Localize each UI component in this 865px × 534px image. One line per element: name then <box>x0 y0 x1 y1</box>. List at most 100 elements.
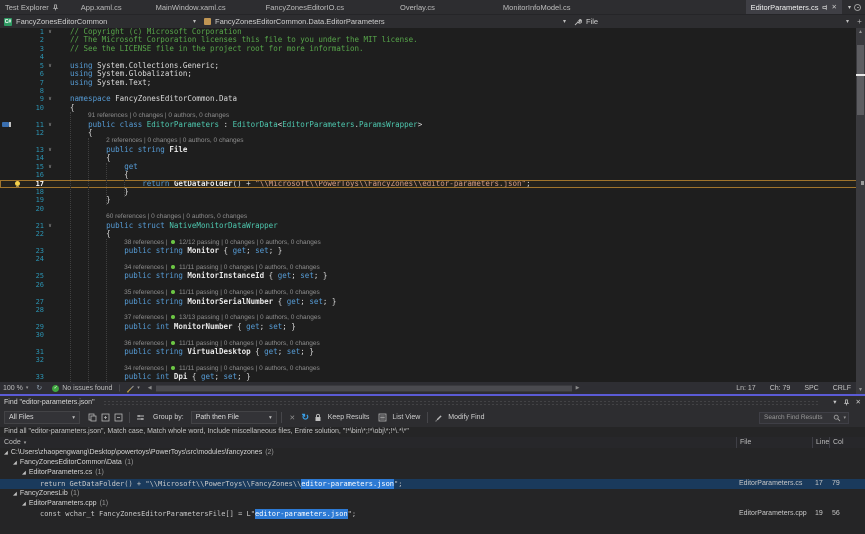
glyph-margin <box>0 281 26 289</box>
fold-margin <box>44 239 56 247</box>
vertical-scrollbar[interactable]: ▲ ▼ <box>856 28 865 394</box>
pin-icon[interactable] <box>843 399 850 406</box>
keep-results-lock-icon[interactable] <box>312 411 325 424</box>
sync-status-icon[interactable]: ↻ <box>36 384 42 392</box>
clear-results-icon[interactable]: ✕ <box>286 411 299 424</box>
code-line[interactable]: 20 <box>0 205 865 213</box>
tab-app-xaml-cs[interactable]: App.xaml.cs <box>79 0 124 14</box>
code-line[interactable]: 28 <box>0 306 865 314</box>
chevron-down-icon[interactable]: ▾ <box>843 415 846 421</box>
code-line[interactable]: 13∨ public string File <box>0 146 865 154</box>
tab-fancyzoneseditorio-cs[interactable]: FancyZonesEditorIO.cs <box>264 0 346 14</box>
health-check-icon[interactable]: ✓ <box>52 385 59 392</box>
tab-editorparameters-cs-active[interactable]: EditorParameters.cs ✕ <box>746 0 842 14</box>
collapse-all-icon[interactable] <box>112 411 125 424</box>
keep-results-label[interactable]: Keep Results <box>328 414 370 421</box>
column-col[interactable]: Col <box>829 437 865 448</box>
code-line[interactable]: 33 public int Dpi { get; set; } <box>0 373 865 381</box>
token: ; <box>300 297 309 306</box>
spaces-indicator[interactable]: SPC <box>804 385 818 392</box>
code-line[interactable]: 7using System.Text; <box>0 79 865 87</box>
tab-list-chevron-icon[interactable]: ▾ <box>848 4 851 11</box>
code-line[interactable]: 21∨ public struct NativeMonitorDataWrapp… <box>0 222 865 230</box>
list-view-label[interactable]: List View <box>392 414 420 421</box>
line-number: 27 <box>26 298 44 306</box>
scrollbar-thumb[interactable] <box>857 45 864 115</box>
scope-dropdown[interactable]: All Files ▾ <box>4 411 80 424</box>
code-line[interactable]: 23 public string Monitor { get; set; } <box>0 247 865 255</box>
scroll-up-icon[interactable]: ▲ <box>856 28 865 36</box>
fold-margin <box>44 373 56 381</box>
group-by-dropdown[interactable]: Path then File ▾ <box>191 411 277 424</box>
code-line[interactable]: 31 public string VirtualDesktop { get; s… <box>0 348 865 356</box>
scroll-left-icon[interactable]: ◀ <box>148 385 152 391</box>
code-line[interactable]: 10{ <box>0 104 865 112</box>
column-line[interactable]: Line <box>812 437 829 448</box>
code-line[interactable]: 25 public string MonitorInstanceId { get… <box>0 272 865 280</box>
code-line[interactable]: 30 <box>0 331 865 339</box>
code-line[interactable]: 11∨ public class EditorParameters : Edit… <box>0 121 865 129</box>
code-line[interactable]: 24 <box>0 255 865 263</box>
find-panel-title-bar[interactable]: Find "editor-parameters.json" ▾ ✕ <box>0 396 865 408</box>
column-code[interactable]: Code ▾ <box>0 439 26 446</box>
search-find-results-box[interactable]: ▾ <box>759 412 849 424</box>
code-line[interactable]: 32 <box>0 356 865 364</box>
find-group-row[interactable]: ◢EditorParameters.cpp(1) <box>0 499 865 509</box>
find-result-row[interactable]: return GetDataFolder() + "\\Microsoft\\P… <box>0 479 865 489</box>
code-text: public int Dpi { get; set; } <box>56 373 865 381</box>
line-ending-indicator[interactable]: CRLF <box>833 385 851 392</box>
tab-test-explorer[interactable]: Test Explorer <box>3 0 61 14</box>
split-editor-handle[interactable]: + <box>855 17 864 26</box>
refresh-icon[interactable]: ↻ <box>299 411 312 424</box>
code-line[interactable]: 17 return GetDataFolder() + "\\Microsoft… <box>0 180 865 188</box>
find-group-row[interactable]: ◢EditorParameters.cs(1) <box>0 468 865 478</box>
scroll-down-icon[interactable]: ▼ <box>856 386 865 394</box>
token: set <box>269 322 283 331</box>
code-line[interactable]: 9∨namespace FancyZonesEditorCommon.Data <box>0 95 865 103</box>
code-line[interactable]: 22 { <box>0 230 865 238</box>
results-header-row[interactable]: Code ▾ File Line Col <box>0 437 865 448</box>
close-icon[interactable]: ✕ <box>856 398 861 406</box>
pin-icon[interactable] <box>52 4 59 11</box>
copy-icon[interactable] <box>86 411 99 424</box>
scrollbar-thumb[interactable] <box>156 386 572 391</box>
scroll-right-icon[interactable]: ▶ <box>576 385 580 391</box>
project-dropdown[interactable]: C# FancyZonesEditorCommon ▾ <box>0 15 200 28</box>
tab-overlay-cs[interactable]: Overlay.cs <box>398 0 437 14</box>
find-result-row[interactable]: const wchar_t FancyZonesEditorParameters… <box>0 509 865 519</box>
code-line[interactable]: 12 { <box>0 129 865 137</box>
code-line[interactable]: 15∨ get <box>0 163 865 171</box>
find-group-row[interactable]: ◢FancyZonesLib(1) <box>0 489 865 499</box>
chevron-down-icon[interactable]: ▾ <box>137 385 140 391</box>
code-line[interactable]: 26 <box>0 281 865 289</box>
column-file[interactable]: File <box>736 437 812 448</box>
find-group-row[interactable]: ◢C:\Users\zhaopengwang\Desktop\powertoys… <box>0 448 865 458</box>
expand-all-icon[interactable] <box>99 411 112 424</box>
close-icon[interactable]: ✕ <box>832 3 837 11</box>
code-line[interactable]: 29 public int MonitorNumber { get; set; … <box>0 323 865 331</box>
code-line[interactable]: 19 } <box>0 196 865 204</box>
horizontal-scrollbar[interactable] <box>156 385 572 392</box>
list-view-icon[interactable] <box>376 411 389 424</box>
member-dropdown[interactable]: File ▾ <box>570 15 865 28</box>
tab-mainwindow-xaml-cs[interactable]: MainWindow.xaml.cs <box>154 0 228 14</box>
search-input[interactable] <box>764 414 833 421</box>
code-area[interactable]: 1∨// Copyright (c) Microsoft Corporation… <box>0 28 865 382</box>
window-position-chevron-icon[interactable]: ▾ <box>833 398 836 406</box>
glyph-margin <box>0 230 26 238</box>
tab-options-icon[interactable] <box>854 4 861 11</box>
keep-open-pin-icon[interactable] <box>822 4 829 11</box>
tab-monitorinfomodel-cs[interactable]: MonitorInfoModel.cs <box>501 0 573 14</box>
code-line[interactable]: 27 public string MonitorSerialNumber { g… <box>0 298 865 306</box>
code-line[interactable]: 18 } <box>0 188 865 196</box>
code-cleanup-icon[interactable] <box>126 384 135 393</box>
code-line[interactable]: 3// See the LICENSE file in the project … <box>0 45 865 53</box>
find-group-row[interactable]: ◢FancyZonesEditorCommon\Data(1) <box>0 458 865 468</box>
type-dropdown[interactable]: FancyZonesEditorCommon.Data.EditorParame… <box>200 15 570 28</box>
toggle-columns-icon[interactable] <box>134 411 147 424</box>
modify-find-pencil-icon[interactable] <box>432 411 445 424</box>
zoom-level-dropdown[interactable]: 100 % ▾ <box>3 385 28 392</box>
modify-find-label[interactable]: Modify Find <box>448 414 484 421</box>
search-icon[interactable] <box>833 414 841 422</box>
glyph-margin <box>0 255 26 263</box>
